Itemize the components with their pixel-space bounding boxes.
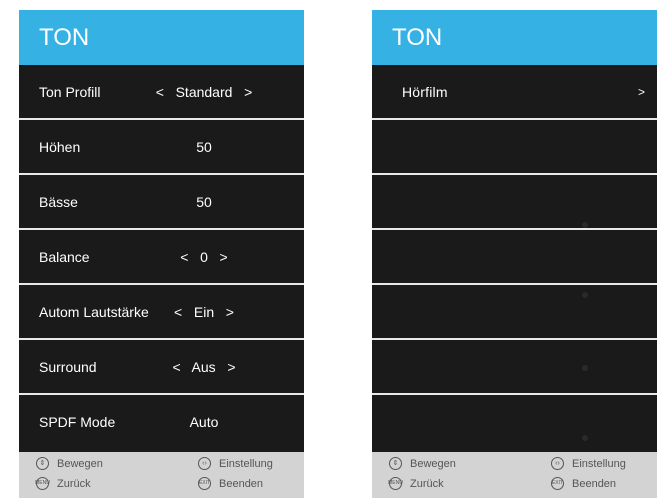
exit-button-icon: EXIT	[198, 477, 211, 490]
setting-value[interactable]: 50	[196, 139, 212, 155]
setting-value[interactable]: 50	[196, 194, 212, 210]
hint-label: Zurück	[57, 477, 91, 490]
hint-label: Zurück	[410, 477, 444, 490]
left-right-arrows-icon: ‹›	[551, 457, 564, 470]
setting-label: Ton Profill	[39, 83, 101, 100]
setting-label: Hörfilm	[402, 83, 448, 100]
empty-row	[372, 393, 657, 448]
hint-label: Beenden	[572, 477, 617, 490]
setting-row-ton-profill[interactable]: Ton Profill < Standard >	[19, 65, 304, 118]
scroll-dot	[582, 222, 588, 228]
ton-menu-right: TON Hörfilm > ⇕ Bewegen MENU Zurück ‹› E…	[372, 10, 657, 498]
hint-move: ⇕ Bewegen	[36, 457, 103, 470]
left-right-arrows-icon: ‹›	[198, 457, 211, 470]
empty-row	[372, 283, 657, 338]
chevron-right-icon[interactable]: >	[638, 85, 645, 99]
hint-adjust: ‹› Einstellung	[198, 457, 273, 470]
settings-list: Hörfilm >	[372, 65, 657, 448]
menu-button-icon: MENU	[35, 477, 50, 490]
scroll-dot	[582, 292, 588, 298]
up-down-arrows-icon: ⇕	[36, 457, 49, 470]
setting-label: Surround	[39, 358, 97, 375]
hint-label: Bewegen	[57, 457, 103, 470]
setting-row-spdf-mode[interactable]: SPDF Mode Auto	[19, 393, 304, 448]
setting-label: Bässe	[39, 193, 78, 210]
setting-value[interactable]: < 0 >	[180, 249, 227, 265]
menu-button-icon: MENU	[388, 477, 403, 490]
empty-row	[372, 338, 657, 393]
hint-move: ⇕ Bewegen	[389, 457, 456, 470]
page-title: TON	[19, 10, 304, 65]
setting-row-hoehen[interactable]: Höhen 50	[19, 118, 304, 173]
page-title: TON	[372, 10, 657, 65]
key-hint-bar: ⇕ Bewegen MENU Zurück ‹› Einstellung EXI…	[19, 452, 304, 498]
setting-value[interactable]: < Standard >	[156, 84, 253, 100]
hint-adjust: ‹› Einstellung	[551, 457, 626, 470]
hint-label: Einstellung	[572, 457, 626, 470]
hint-back: MENU Zurück	[388, 477, 444, 490]
settings-list: Ton Profill < Standard > Höhen 50 Bässe …	[19, 65, 304, 448]
hint-back: MENU Zurück	[35, 477, 91, 490]
hint-label: Bewegen	[410, 457, 456, 470]
scroll-dot	[582, 435, 588, 441]
setting-row-baesse[interactable]: Bässe 50	[19, 173, 304, 228]
scroll-dot	[582, 365, 588, 371]
setting-row-balance[interactable]: Balance < 0 >	[19, 228, 304, 283]
setting-value[interactable]: < Ein >	[174, 304, 234, 320]
empty-row	[372, 173, 657, 228]
setting-label: Balance	[39, 248, 90, 265]
setting-value[interactable]: < Aus >	[172, 359, 235, 375]
setting-row-hoerfilm[interactable]: Hörfilm >	[372, 65, 657, 118]
ton-menu-left: TON Ton Profill < Standard > Höhen 50 Bä…	[19, 10, 304, 498]
setting-label: Autom Lautstärke	[39, 303, 149, 320]
hint-label: Beenden	[219, 477, 264, 490]
setting-row-surround[interactable]: Surround < Aus >	[19, 338, 304, 393]
setting-value[interactable]: Auto	[190, 414, 219, 430]
key-hint-bar: ⇕ Bewegen MENU Zurück ‹› Einstellung EXI…	[372, 452, 657, 498]
up-down-arrows-icon: ⇕	[389, 457, 402, 470]
hint-exit: EXIT Beenden	[198, 477, 263, 490]
setting-row-autom-lautstaerke[interactable]: Autom Lautstärke < Ein >	[19, 283, 304, 338]
setting-label: SPDF Mode	[39, 413, 116, 430]
empty-row	[372, 118, 657, 173]
exit-button-icon: EXIT	[551, 477, 564, 490]
setting-label: Höhen	[39, 138, 81, 155]
empty-row	[372, 228, 657, 283]
hint-label: Einstellung	[219, 457, 273, 470]
hint-exit: EXIT Beenden	[551, 477, 616, 490]
